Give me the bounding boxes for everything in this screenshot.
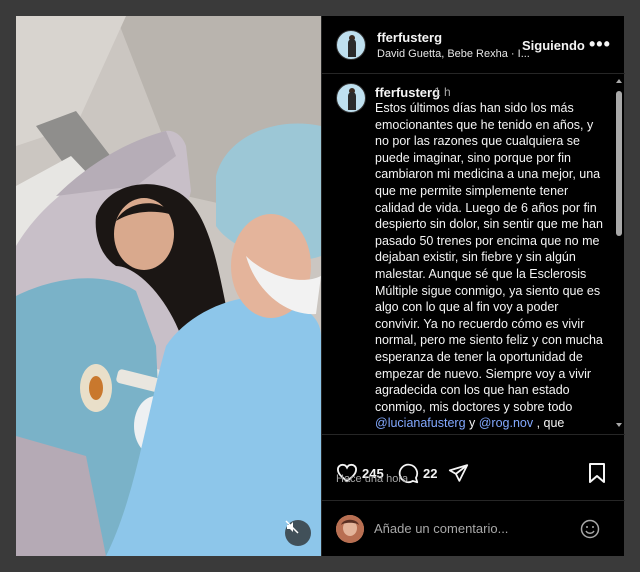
- comment-count[interactable]: 22: [423, 466, 437, 481]
- emoji-icon: [580, 519, 600, 539]
- emoji-button[interactable]: [580, 519, 600, 544]
- save-button[interactable]: [588, 463, 606, 483]
- header-username[interactable]: fferfusterg: [377, 30, 442, 45]
- post-sidebar: fferfusterg David Guetta, Bebe Rexha · I…: [321, 16, 625, 556]
- caption-body: Estos últimos días han sido los más emoc…: [375, 101, 603, 414]
- caption-username[interactable]: fferfusterg: [375, 85, 440, 100]
- following-button[interactable]: Siguiendo: [522, 38, 585, 53]
- mute-button[interactable]: [285, 520, 311, 546]
- caption-time: 1 h: [434, 85, 451, 99]
- hospital-photo: [16, 16, 321, 556]
- more-icon[interactable]: •••: [589, 34, 611, 55]
- post-modal: fferfusterg David Guetta, Bebe Rexha · I…: [16, 16, 625, 556]
- avatar-image: [336, 515, 364, 543]
- post-header: fferfusterg David Guetta, Bebe Rexha · I…: [322, 16, 625, 74]
- music-info[interactable]: David Guetta, Bebe Rexha · I...: [377, 48, 530, 60]
- bookmark-icon: [589, 463, 605, 483]
- scroll-down-arrow[interactable]: [616, 423, 622, 427]
- share-button[interactable]: [448, 463, 469, 483]
- scrollbar-thumb[interactable]: [616, 91, 622, 236]
- avatar[interactable]: [336, 30, 366, 60]
- post-image[interactable]: [16, 16, 321, 556]
- caption-connector: y: [465, 416, 479, 431]
- share-icon: [448, 464, 469, 482]
- mention-link[interactable]: @lucianafusterg: [375, 416, 466, 430]
- post-timestamp[interactable]: Hace una hora: [336, 473, 408, 485]
- user-avatar[interactable]: [336, 515, 364, 543]
- muted-speaker-icon: [285, 520, 299, 534]
- caption-area: fferfusterg 1 h Estos últimos días han s…: [322, 75, 625, 431]
- scroll-up-arrow[interactable]: [616, 79, 622, 83]
- caption-text: Estos últimos días han sido los más emoc…: [375, 100, 607, 431]
- caption-avatar[interactable]: [336, 83, 366, 113]
- comment-bar: Añade un comentario...: [322, 500, 625, 556]
- comment-input[interactable]: Añade un comentario...: [374, 521, 508, 536]
- mention-link[interactable]: @rog.nov: [479, 416, 533, 430]
- scrollbar[interactable]: [615, 79, 623, 427]
